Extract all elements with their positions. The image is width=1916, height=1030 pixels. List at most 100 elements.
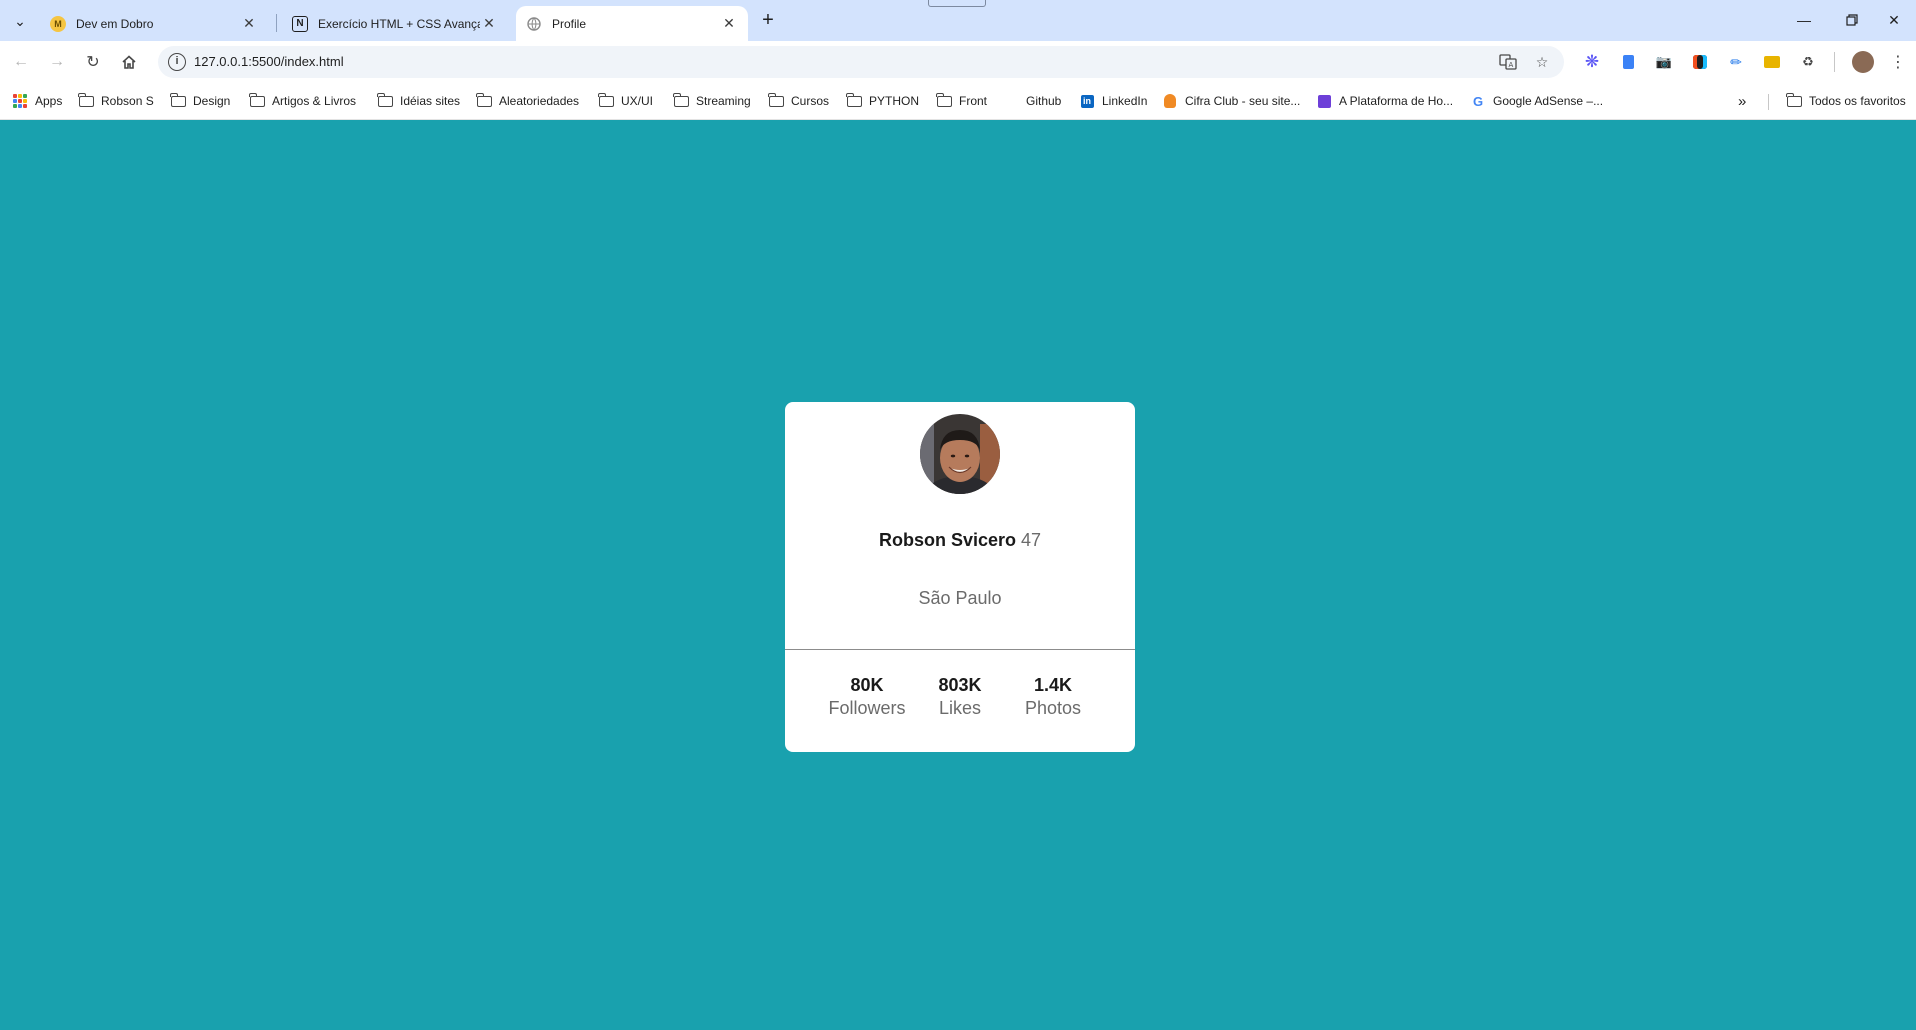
folder-icon — [598, 92, 614, 108]
bookmark-folder-front[interactable]: Front — [936, 90, 987, 112]
bookmark-cifra-club[interactable]: Cifra Club - seu site... — [1162, 90, 1300, 112]
url-text: 127.0.0.1:5500/index.html — [194, 54, 344, 69]
cifra-club-icon — [1162, 94, 1178, 108]
folder-icon — [673, 92, 689, 108]
bookmark-linkedin[interactable]: in LinkedIn — [1079, 90, 1147, 112]
extension-camera-icon[interactable]: 📷 — [1654, 52, 1674, 72]
folder-icon — [936, 92, 952, 108]
bookmark-label: Design — [193, 94, 231, 108]
bookmark-label: LinkedIn — [1102, 94, 1148, 108]
new-tab-button[interactable]: + — [756, 9, 780, 33]
bookmark-github[interactable]: Github — [1026, 90, 1061, 112]
notion-favicon: N — [292, 15, 308, 32]
bookmark-label: Cifra Club - seu site... — [1185, 94, 1301, 108]
tab-exercicio[interactable]: N Exercício HTML + CSS Avançado ✕ — [282, 6, 508, 41]
minimize-button[interactable]: — — [1782, 6, 1826, 34]
home-button[interactable] — [116, 49, 142, 75]
stat-label: Followers — [828, 698, 906, 718]
close-window-button[interactable]: ✕ — [1872, 6, 1916, 34]
profile-avatar — [920, 414, 1000, 494]
plataforma-icon — [1316, 94, 1332, 108]
all-bookmarks-label: Todos os favoritos — [1809, 94, 1906, 108]
apps-grid-icon — [12, 94, 28, 108]
profile-name: Robson Svicero — [878, 530, 1016, 550]
bookmark-label: Aleatoriedades — [499, 94, 580, 108]
folder-icon — [846, 92, 862, 108]
tab-separator — [276, 14, 277, 32]
bookmark-label: PYTHON — [869, 94, 920, 108]
linkedin-icon: in — [1079, 94, 1095, 108]
folder-icon — [170, 92, 186, 108]
more-menu-icon[interactable]: ⋮ — [1888, 52, 1908, 72]
back-button[interactable]: ← — [8, 49, 34, 75]
google-icon: G — [1472, 93, 1484, 109]
extension-folder-icon[interactable] — [1762, 52, 1782, 72]
close-tab-icon[interactable]: ✕ — [240, 15, 258, 33]
close-tab-icon[interactable]: ✕ — [720, 15, 738, 33]
bookmark-folder-streaming[interactable]: Streaming — [673, 90, 751, 112]
bookmark-google-adsense[interactable]: G Google AdSense –... — [1470, 90, 1603, 112]
window-drag-handle[interactable] — [928, 0, 986, 7]
folder-icon — [377, 92, 393, 108]
bookmark-folder-ideias-sites[interactable]: Idéias sites — [377, 90, 460, 112]
stat-followers: 80K Followers — [817, 674, 917, 720]
profile-stats: 80K Followers 803K Likes 1.4K Photos — [785, 674, 1135, 720]
bookmarks-overflow-button[interactable]: » — [1738, 90, 1746, 112]
tab-search-button[interactable]: ⌄ — [8, 9, 32, 33]
bookmark-label: Artigos & Livros — [272, 94, 357, 108]
site-info-icon[interactable]: i — [168, 53, 186, 71]
profile-name-line: Robson Svicero 47 — [785, 530, 1135, 551]
extensions-puzzle-icon[interactable]: ♻ — [1798, 52, 1818, 72]
stat-label: Photos — [1024, 698, 1082, 718]
bookmark-folder-design[interactable]: Design — [170, 90, 230, 112]
bookmarks-bar: Apps Robson S Design Artigos & Livros Id… — [0, 82, 1916, 120]
dev-em-dobro-favicon: M — [50, 15, 66, 32]
stat-value: 80K — [850, 675, 884, 695]
folder-icon — [249, 92, 265, 108]
double-chevron-right-icon: » — [1738, 92, 1747, 110]
bookmark-folder-aleatoriedades[interactable]: Aleatoriedades — [476, 90, 579, 112]
stat-likes: 803K Likes — [917, 674, 1003, 720]
bookmark-folder-cursos[interactable]: Cursos — [768, 90, 829, 112]
bookmark-star-icon[interactable]: ☆ — [1532, 52, 1552, 72]
bookmark-label: Apps — [35, 94, 63, 108]
profile-avatar-icon[interactable] — [1852, 51, 1874, 73]
extension-sparkle-icon[interactable]: ❋ — [1582, 52, 1602, 72]
bookmark-apps[interactable]: Apps — [12, 90, 62, 112]
bookmark-folder-python[interactable]: PYTHON — [846, 90, 919, 112]
stat-value: 1.4K — [1033, 675, 1073, 695]
extension-figma-icon[interactable] — [1690, 52, 1710, 72]
tab-profile[interactable]: Profile ✕ — [516, 6, 748, 41]
tab-title: Dev em Dobro — [76, 16, 154, 31]
bookmark-label: Streaming — [696, 94, 751, 108]
restore-button[interactable] — [1830, 6, 1874, 34]
address-bar[interactable]: i 127.0.0.1:5500/index.html A ☆ — [158, 46, 1564, 78]
forward-button[interactable]: → — [44, 49, 70, 75]
browser-toolbar: ← → ↻ i 127.0.0.1:5500/index.html A ☆ ❋ … — [0, 41, 1916, 82]
bookmark-plataforma[interactable]: A Plataforma de Ho... — [1316, 90, 1453, 112]
tab-title: Profile — [552, 16, 587, 31]
bookmark-folder-ux-ui[interactable]: UX/UI — [598, 90, 653, 112]
extension-pen-icon[interactable]: ✏ — [1726, 52, 1746, 72]
translate-icon[interactable]: A — [1498, 52, 1518, 72]
extension-document-icon[interactable] — [1618, 52, 1638, 72]
bookmark-label: A Plataforma de Ho... — [1339, 94, 1454, 108]
bookmark-label: Front — [959, 94, 988, 108]
tab-strip: ⌄ M Dev em Dobro ✕ N Exercício HTML + CS… — [0, 0, 1916, 41]
folder-icon — [476, 92, 492, 108]
restore-icon — [1846, 14, 1858, 26]
bookmark-label: Cursos — [791, 94, 830, 108]
all-bookmarks-folder[interactable]: Todos os favoritos — [1786, 90, 1906, 112]
tab-dev-em-dobro[interactable]: M Dev em Dobro ✕ — [40, 6, 268, 41]
toolbar-separator — [1834, 52, 1835, 72]
bookmark-folder-robson-s[interactable]: Robson S — [78, 90, 154, 112]
bookmark-label: Idéias sites — [400, 94, 461, 108]
bookmark-folder-artigos-livros[interactable]: Artigos & Livros — [249, 90, 356, 112]
bookmarks-separator — [1768, 94, 1769, 110]
close-tab-icon[interactable]: ✕ — [480, 15, 498, 33]
folder-icon — [78, 92, 94, 108]
card-divider — [785, 649, 1135, 650]
home-icon — [122, 55, 136, 69]
reload-button[interactable]: ↻ — [80, 49, 106, 75]
bookmark-label: UX/UI — [621, 94, 654, 108]
